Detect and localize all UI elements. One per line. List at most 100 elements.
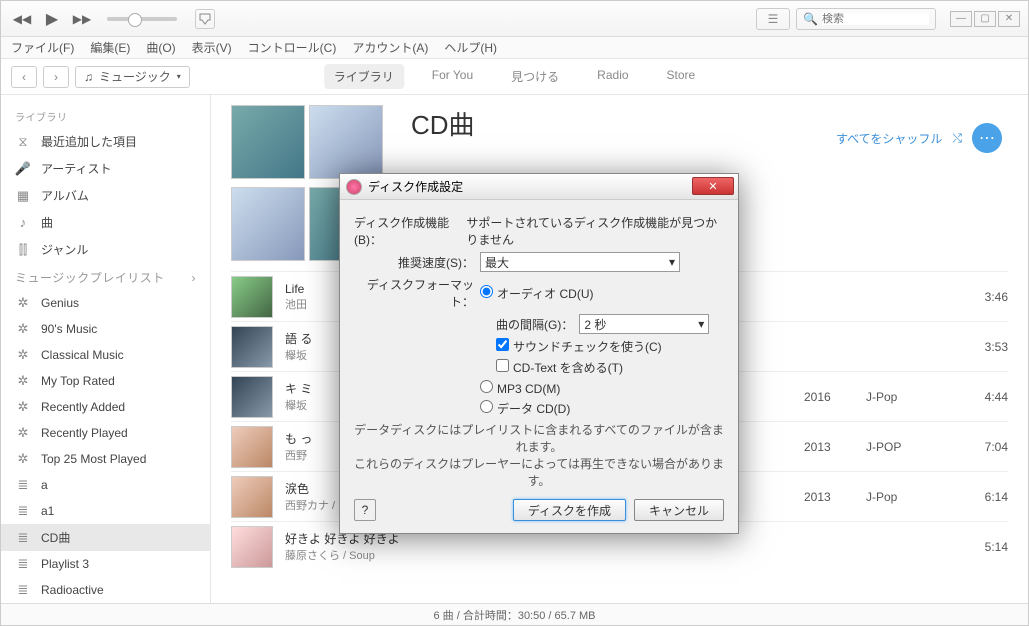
menubar: ファイル(F) 編集(E) 曲(O) 表示(V) コントロール(C) アカウント…	[1, 37, 1028, 59]
sidebar-item[interactable]: ✲Genius	[1, 290, 210, 316]
gear-icon: ✲	[15, 399, 31, 415]
more-button[interactable]: ⋯	[972, 123, 1002, 153]
grid-icon: ▦	[15, 188, 31, 204]
tab-library[interactable]: ライブラリ	[324, 64, 404, 89]
airplay-button[interactable]	[195, 9, 215, 29]
check-cdtext[interactable]: CD-Text を含める(T)	[496, 359, 623, 376]
sidebar-item[interactable]: ≣a1	[1, 498, 210, 524]
tab-discover[interactable]: 見つける	[501, 64, 569, 89]
track-duration: 3:53	[958, 340, 1008, 354]
navbar: ‹ › ♫ ミュージック ▾ ライブラリ For You 見つける Radio …	[1, 59, 1028, 95]
sidebar-item[interactable]: ≣Radioactive	[1, 577, 210, 603]
sidebar-item[interactable]: ≣Playlist 3	[1, 551, 210, 577]
dialog-icon	[346, 179, 362, 195]
shuffle-label: すべてをシャッフル	[836, 130, 942, 147]
sidebar-item[interactable]: ✲Top 25 Most Played	[1, 446, 210, 472]
menu-file[interactable]: ファイル(F)	[11, 39, 74, 56]
burn-disc-dialog: ディスク作成設定 ✕ ディスク作成機能(B)：サポートされているディスク作成機能…	[339, 173, 739, 534]
sidebar-item-label: 曲	[41, 214, 53, 231]
track-duration: 6:14	[958, 490, 1008, 504]
shuffle-all[interactable]: すべてをシャッフル ⤭ ⋯	[836, 123, 1002, 153]
gear-icon: ✲	[15, 321, 31, 337]
dialog-titlebar[interactable]: ディスク作成設定 ✕	[340, 174, 738, 200]
cancel-button[interactable]: キャンセル	[634, 499, 724, 521]
menu-help[interactable]: ヘルプ(H)	[444, 39, 497, 56]
tab-store[interactable]: Store	[657, 64, 706, 89]
sidebar-item-label: My Top Rated	[41, 374, 115, 388]
create-disc-button[interactable]: ディスクを作成	[513, 499, 626, 521]
album-cover[interactable]	[231, 187, 305, 261]
menu-song[interactable]: 曲(O)	[146, 39, 175, 56]
gap-select[interactable]: 2 秒▾	[579, 314, 709, 334]
func-label: ディスク作成機能(B)：	[354, 214, 460, 248]
prev-button[interactable]: ◀◀	[9, 8, 35, 30]
category-select[interactable]: ♫ ミュージック ▾	[75, 66, 190, 88]
search-icon: 🔍	[803, 12, 818, 26]
sidebar-item[interactable]: ✲90's Music	[1, 316, 210, 342]
window-controls: — ▢ ✕	[950, 11, 1020, 27]
speed-select[interactable]: 最大 ▾	[480, 252, 680, 272]
gap-value: 2 秒	[584, 316, 606, 333]
back-button[interactable]: ‹	[11, 66, 37, 88]
menu-view[interactable]: 表示(V)	[192, 39, 232, 56]
playback-controls: ◀◀ ▶ ▶▶	[9, 8, 215, 30]
speed-value: 最大	[485, 254, 509, 271]
sidebar-item[interactable]: ▦ アルバム	[1, 182, 210, 209]
sidebar-item[interactable]: ⧖最近追加した項目	[1, 128, 210, 155]
menu-account[interactable]: アカウント(A)	[352, 39, 428, 56]
track-duration: 3:46	[958, 290, 1008, 304]
track-year: 2013	[804, 490, 854, 504]
sidebar-item[interactable]: ✲Recently Added	[1, 394, 210, 420]
tab-radio[interactable]: Radio	[587, 64, 638, 89]
sidebar-item[interactable]: 🎤アーティスト	[1, 155, 210, 182]
help-button[interactable]: ?	[354, 499, 376, 521]
forward-button[interactable]: ›	[43, 66, 69, 88]
track-genre: J-Pop	[866, 390, 946, 404]
sidebar-item-label: Recently Played	[41, 426, 128, 440]
search-field[interactable]: 🔍	[796, 8, 936, 30]
menu-control[interactable]: コントロール(C)	[248, 39, 337, 56]
sidebar-item[interactable]: ≣CD曲	[1, 524, 210, 551]
menu-edit[interactable]: 編集(E)	[90, 39, 130, 56]
volume-slider[interactable]	[107, 17, 177, 21]
list-icon: ≣	[15, 556, 31, 572]
sidebar-item[interactable]: ⫿⫿ジャンル	[1, 236, 210, 263]
sidebar-item[interactable]: ✲ Recently Played	[1, 420, 210, 446]
playlist-title: CD曲	[411, 105, 475, 142]
gear-icon: ✲	[15, 425, 31, 441]
sidebar-head-library: ライブラリ	[1, 103, 210, 128]
sidebar-item[interactable]: ✲ My Top Rated	[1, 368, 210, 394]
radio-audio-cd[interactable]: オーディオ CD(U)	[480, 285, 594, 302]
titlebar: ◀◀ ▶ ▶▶ ☰ 🔍 — ▢ ✕	[1, 1, 1028, 37]
sidebar-item[interactable]: ✲Classical Music	[1, 342, 210, 368]
maximize-button[interactable]: ▢	[974, 11, 996, 27]
track-year: 2013	[804, 440, 854, 454]
close-button[interactable]: ✕	[998, 11, 1020, 27]
tab-foryou[interactable]: For You	[422, 64, 483, 89]
dropdown-icon: ▾	[669, 255, 675, 269]
sidebar-item[interactable]: ≣a	[1, 472, 210, 498]
dialog-close-button[interactable]: ✕	[692, 177, 734, 195]
check-soundcheck[interactable]: サウンドチェックを使う(C)	[496, 338, 662, 355]
sidebar-item-label: 最近追加した項目	[41, 133, 137, 150]
gear-icon: ✲	[15, 373, 31, 389]
gear-icon: ✲	[15, 451, 31, 467]
radio-mp3-cd[interactable]: MP3 CD(M)	[480, 380, 560, 396]
play-button[interactable]: ▶	[39, 8, 65, 30]
list-icon: ≣	[15, 477, 31, 493]
sidebar-item[interactable]: ♪曲	[1, 209, 210, 236]
chevron-right-icon[interactable]: ›	[192, 271, 197, 285]
search-input[interactable]	[822, 13, 929, 25]
next-button[interactable]: ▶▶	[69, 8, 95, 30]
album-cover[interactable]	[309, 105, 383, 179]
minimize-button[interactable]: —	[950, 11, 972, 27]
dialog-note1: データディスクにはプレイリストに含まれるすべてのファイルが含まれます。	[354, 421, 724, 455]
sidebar-item-label: アーティスト	[41, 160, 112, 177]
airplay-icon	[199, 13, 211, 25]
album-cover[interactable]	[231, 105, 305, 179]
nav-tabs: ライブラリ For You 見つける Radio Store	[324, 64, 705, 89]
track-duration: 5:14	[958, 540, 1008, 554]
list-view-button[interactable]: ☰	[756, 8, 790, 30]
radio-data-cd[interactable]: データ CD(D)	[480, 400, 570, 417]
sidebar-item-label: アルバム	[41, 187, 89, 204]
